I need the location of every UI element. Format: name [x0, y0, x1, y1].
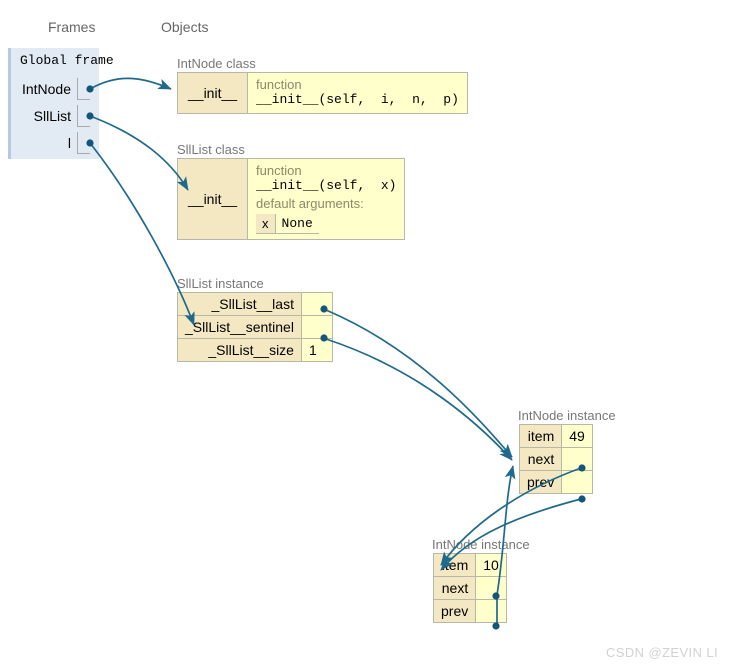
field-key: next — [518, 447, 563, 471]
field-value: 1 — [300, 338, 333, 362]
watermark: CSDN @ZEVIN LI — [606, 645, 718, 660]
global-variable-slllist[interactable]: SllList — [10, 104, 90, 128]
memory-diagram: Frames Objects Global frame IntNode SllL… — [0, 0, 731, 671]
field-key: _SllList__size — [177, 338, 302, 362]
table-row: prev — [432, 599, 508, 623]
table-row: item 49 — [518, 424, 594, 448]
field-pointer-slot[interactable] — [561, 470, 594, 494]
field-key: next — [432, 576, 477, 600]
function-keyword: function — [256, 77, 302, 92]
table-row: next — [518, 447, 594, 471]
slllist-class-label: SllList class — [177, 142, 245, 157]
default-argument-value: None — [275, 213, 319, 235]
global-variable-name: l — [67, 135, 71, 151]
slllist-class-box: __init__ function __init__(self, x) defa… — [176, 157, 406, 241]
default-arguments-label: default arguments: — [256, 195, 364, 211]
global-frame-title: Global frame — [20, 53, 114, 68]
table-row: _SllList__last — [177, 292, 333, 316]
table-row: __init__ function __init__(self, x) defa… — [176, 157, 406, 241]
slllist-instance-label: SllList instance — [177, 276, 264, 291]
field-pointer-slot[interactable] — [561, 447, 594, 471]
field-key: _SllList__last — [177, 292, 302, 316]
global-variable-name: SllList — [33, 108, 71, 124]
field-key: _SllList__sentinel — [177, 315, 302, 339]
global-variable-slot — [77, 78, 90, 100]
intnode-class-function-cell: function __init__(self, i, n, p) — [247, 72, 468, 114]
table-row: x None — [256, 213, 319, 235]
table-row: __init__ function __init__(self, i, n, p… — [176, 72, 468, 114]
member-name: __init__ — [188, 191, 238, 208]
table-row: _SllList__size 1 — [177, 338, 333, 362]
global-variable-l[interactable]: l — [10, 131, 90, 155]
arrow-intnode-to-class — [89, 77, 172, 90]
field-value: 49 — [561, 424, 594, 448]
table-row: _SllList__sentinel — [177, 315, 333, 339]
arrow-slllist-to-class — [89, 115, 189, 191]
arrow-last-to-intnode49 — [325, 309, 513, 458]
field-value: 10 — [475, 553, 508, 577]
default-arguments-table: x None — [256, 213, 319, 235]
function-keyword: function — [256, 163, 302, 178]
intnode-instance-1-box: item 49 next prev — [518, 424, 594, 494]
global-variable-name: IntNode — [21, 81, 71, 97]
arrow-sentinel-to-intnode49 — [325, 338, 513, 461]
member-name: __init__ — [188, 84, 238, 101]
field-key: prev — [518, 470, 563, 494]
field-pointer-slot[interactable] — [300, 315, 333, 339]
field-key: item — [518, 424, 563, 448]
intnode-class-member-name-cell: __init__ — [176, 72, 249, 114]
table-row: prev — [518, 470, 594, 494]
frames-column-header: Frames — [48, 19, 96, 35]
field-pointer-slot[interactable] — [475, 576, 508, 600]
function-signature: __init__(self, i, n, p) — [256, 92, 459, 108]
intnode-class-label: IntNode class — [177, 56, 256, 71]
table-row: next — [432, 576, 508, 600]
objects-column-header: Objects — [161, 19, 209, 35]
table-row: item 10 — [432, 553, 508, 577]
slllist-class-function-cell: function __init__(self, x) default argum… — [247, 157, 406, 241]
function-signature: __init__(self, x) — [256, 178, 397, 194]
intnode-instance-2-label: IntNode instance — [432, 537, 530, 552]
field-pointer-slot[interactable] — [475, 599, 508, 623]
pointer-dot-node10-prev — [492, 622, 500, 630]
field-key: prev — [432, 599, 477, 623]
global-variable-slot — [77, 105, 90, 127]
field-key: item — [432, 553, 477, 577]
field-pointer-slot[interactable] — [300, 292, 333, 316]
global-variable-slot — [77, 132, 90, 154]
slllist-instance-box: _SllList__last _SllList__sentinel _SllLi… — [177, 292, 333, 362]
slllist-class-member-name-cell: __init__ — [176, 157, 249, 241]
default-argument-key: x — [256, 213, 276, 235]
intnode-instance-2-box: item 10 next prev — [432, 553, 508, 623]
intnode-instance-1-label: IntNode instance — [518, 408, 616, 423]
global-variable-intnode[interactable]: IntNode — [10, 77, 90, 101]
intnode-class-box: __init__ function __init__(self, i, n, p… — [176, 72, 468, 114]
pointer-dot-node49-prev — [578, 495, 586, 503]
